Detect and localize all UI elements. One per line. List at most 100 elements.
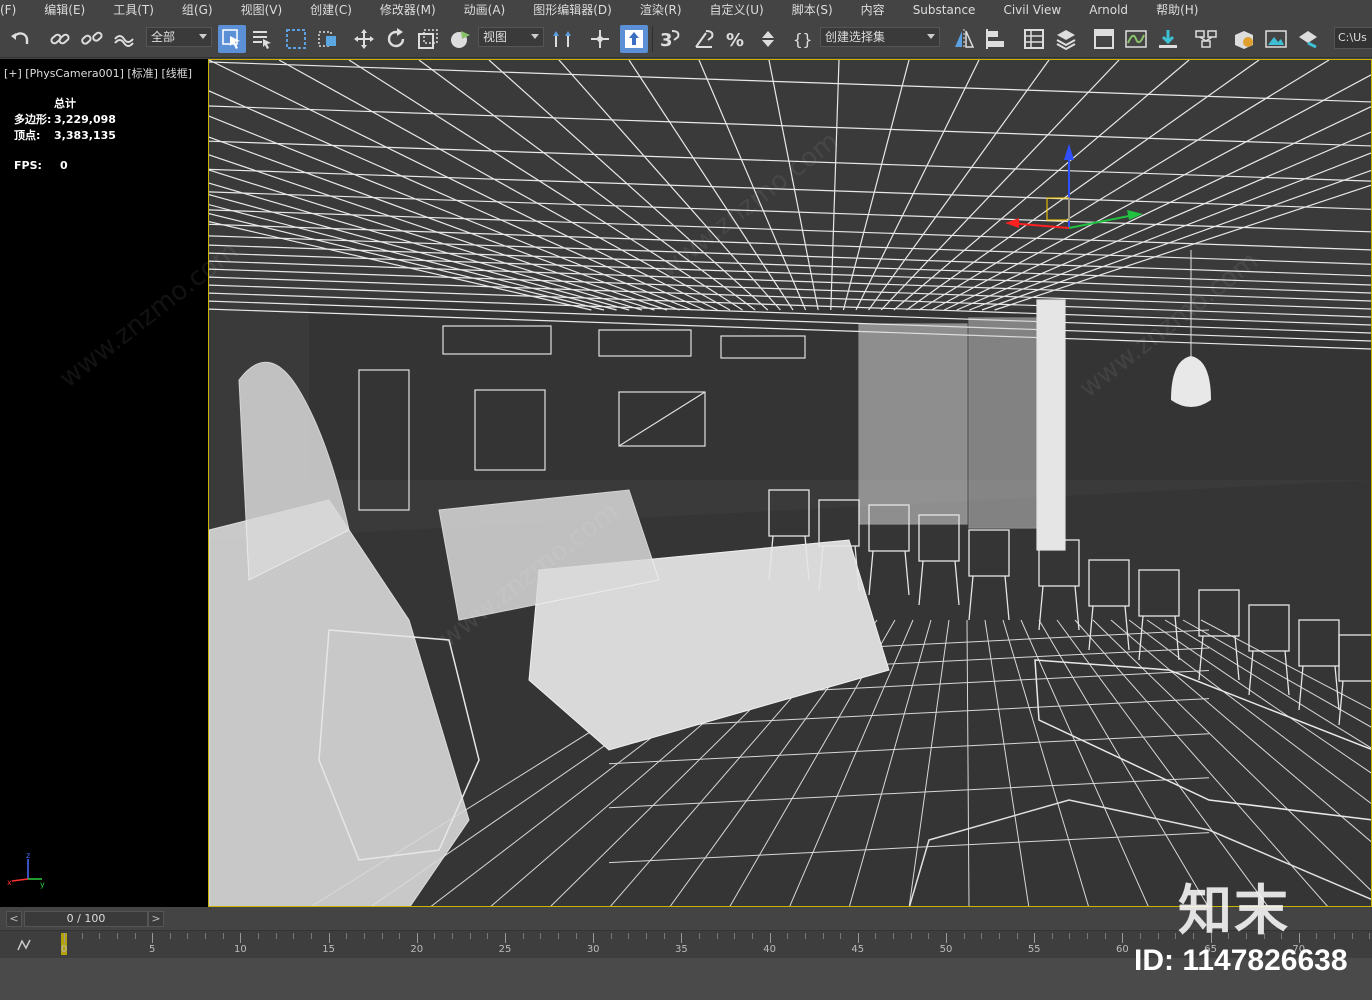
frame-tick	[610, 933, 612, 939]
frame-tick	[399, 933, 401, 939]
frame-tick	[840, 933, 842, 939]
frame-tick	[469, 933, 471, 939]
menu-rendering[interactable]: 渲染(R)	[626, 0, 696, 20]
menu-modifiers[interactable]: 修改器(M)	[366, 0, 450, 20]
snap-select-icon[interactable]	[586, 25, 614, 53]
menu-civil-view[interactable]: Civil View	[989, 0, 1075, 20]
frame-tick	[293, 933, 295, 939]
frame-tick	[981, 933, 983, 939]
select-object-icon[interactable]	[218, 25, 246, 53]
menu-customize[interactable]: 自定义(U)	[696, 0, 778, 20]
menu-create[interactable]: 创建(C)	[296, 0, 366, 20]
edit-named-sets-icon[interactable]: {}	[790, 25, 818, 53]
verts-value: 3,383,135	[54, 129, 116, 142]
watermark-id: ID: 1147826638	[1134, 944, 1348, 977]
unlink-icon[interactable]	[78, 25, 106, 53]
render-production-icon[interactable]	[1294, 25, 1322, 53]
angle-snap-icon[interactable]	[690, 25, 718, 53]
reference-coord-dropdown[interactable]: 视图	[478, 27, 544, 47]
frame-tick	[910, 933, 912, 939]
frame-tick	[522, 933, 524, 939]
window-crossing-icon[interactable]	[314, 25, 342, 53]
frame-tick	[1034, 933, 1036, 943]
layer-explorer-icon[interactable]	[1052, 25, 1080, 53]
move-icon[interactable]	[350, 25, 378, 53]
keyboard-shortcut-override-icon[interactable]	[620, 25, 648, 53]
frame-tick	[363, 933, 365, 939]
frame-label: 5	[149, 944, 156, 955]
frame-tick	[769, 933, 771, 943]
toolbar-separator	[652, 26, 653, 52]
mirror-icon[interactable]	[950, 25, 978, 53]
frame-tick	[540, 933, 542, 939]
frame-tick	[822, 933, 824, 939]
frame-label: 0	[60, 944, 68, 955]
frame-tick	[1087, 933, 1089, 939]
menu-graph-editors[interactable]: 图形编辑器(D)	[519, 0, 626, 20]
link-icon[interactable]	[46, 25, 74, 53]
menu-content[interactable]: 内容	[847, 0, 899, 20]
frame-tick	[452, 933, 454, 939]
percent-snap-icon[interactable]: %	[722, 25, 750, 53]
undo-icon[interactable]	[6, 25, 34, 53]
rect-region-icon[interactable]	[282, 25, 310, 53]
frame-tick	[804, 933, 806, 939]
selection-filter-dropdown[interactable]: 全部	[146, 27, 212, 47]
frame-tick	[751, 933, 753, 939]
menu-group[interactable]: 组(G)	[168, 0, 227, 20]
time-slider[interactable]: 0 / 100	[24, 911, 148, 927]
frame-tick	[1369, 933, 1371, 939]
menu-animation[interactable]: 动画(A)	[450, 0, 520, 20]
menu-views[interactable]: 视图(V)	[227, 0, 297, 20]
frame-tick	[1157, 933, 1159, 939]
menu-help[interactable]: 帮助(H)	[1142, 0, 1212, 20]
rendered-frame-window-icon[interactable]	[1262, 25, 1290, 53]
svg-text:%: %	[726, 30, 744, 51]
curve-editor-icon[interactable]	[1122, 25, 1150, 53]
frame-tick	[575, 933, 577, 939]
scale-icon[interactable]	[414, 25, 442, 53]
verts-label: 顶点:	[14, 129, 41, 142]
selection-filter-value: 全部	[151, 30, 176, 44]
spinner-snap-icon[interactable]	[754, 25, 782, 53]
menu-edit[interactable]: 编辑(E)	[30, 0, 99, 20]
menu-tools[interactable]: 工具(T)	[99, 0, 168, 20]
select-by-name-icon[interactable]	[248, 25, 276, 53]
align-icon[interactable]	[982, 25, 1010, 53]
frame-tick	[346, 933, 348, 939]
frame-tick	[487, 933, 489, 939]
frame-tick	[187, 933, 189, 939]
rotate-icon[interactable]	[382, 25, 410, 53]
scene-explorer-icon[interactable]	[1020, 25, 1048, 53]
frame-label: 40	[763, 944, 776, 955]
render-setup-icon[interactable]	[1230, 25, 1258, 53]
frame-tick	[1104, 933, 1106, 939]
toggle-ribbon-icon[interactable]	[1090, 25, 1118, 53]
menu-arnold[interactable]: Arnold	[1075, 0, 1142, 20]
frame-tick	[1351, 933, 1353, 939]
named-selection-value: 创建选择集	[825, 30, 886, 44]
frame-tick	[1316, 933, 1318, 939]
frame-label: 35	[675, 944, 688, 955]
fps-value: 0	[60, 159, 68, 172]
menu-substance[interactable]: Substance	[899, 0, 990, 20]
menu-scripting[interactable]: 脚本(S)	[778, 0, 847, 20]
time-prev-button[interactable]: <	[6, 911, 22, 927]
named-selection-dropdown[interactable]: 创建选择集	[820, 27, 940, 47]
material-editor-icon[interactable]	[1192, 25, 1220, 53]
open-mini-curve-editor-icon[interactable]	[16, 937, 38, 953]
frame-tick	[205, 933, 207, 939]
viewport-label-menu[interactable]: [+] [PhysCamera001] [标准] [线框]	[4, 65, 192, 81]
frame-tick	[416, 933, 418, 943]
schematic-view-icon[interactable]	[1154, 25, 1182, 53]
pivot-icon[interactable]	[548, 25, 576, 53]
viewport-stats-panel: [+] [PhysCamera001] [标准] [线框] 总计 多边形: 3,2…	[0, 59, 208, 907]
snap-toggle-icon[interactable]: 3	[656, 25, 684, 53]
project-path-field[interactable]: C:\Us	[1334, 27, 1372, 49]
stats-header: 总计	[54, 97, 76, 110]
menu-file[interactable]: (F)	[0, 0, 30, 20]
placement-icon[interactable]	[446, 25, 474, 53]
frame-tick	[434, 933, 436, 939]
time-next-button[interactable]: >	[148, 911, 164, 927]
bind-space-warp-icon[interactable]	[110, 25, 138, 53]
